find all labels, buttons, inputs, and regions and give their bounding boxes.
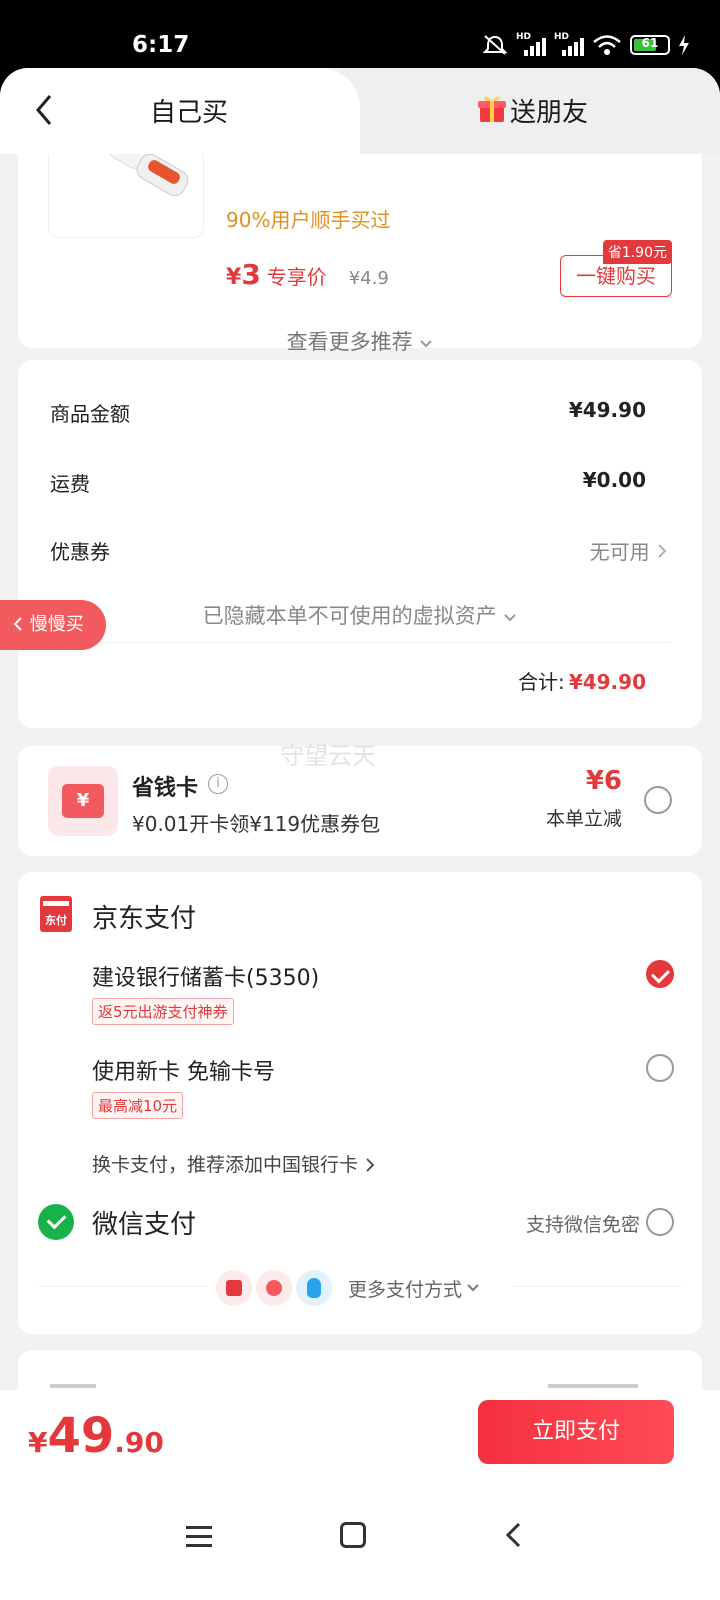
signal-1-icon: HD xyxy=(516,32,546,56)
pay-now-button[interactable]: 立即支付 xyxy=(478,1400,674,1464)
back-icon[interactable] xyxy=(30,90,60,130)
new-card-radio[interactable] xyxy=(646,1054,674,1082)
goods-amount-value: ¥49.90 xyxy=(568,398,646,422)
total-value: ¥49.90 xyxy=(568,670,646,694)
bank-card-radio[interactable] xyxy=(646,960,674,988)
chevron-left-icon xyxy=(13,617,22,631)
recommendation-hint: 90%用户顺手买过 xyxy=(226,208,391,232)
hidden-assets-toggle[interactable]: 已隐藏本单不可使用的虚拟资产 xyxy=(18,600,702,630)
mute-icon xyxy=(482,35,508,55)
payment-methods-card: 东付 京东支付 建设银行储蓄卡(5350) 返5元出游支付神券 使用新卡 免输卡… xyxy=(18,872,702,1334)
wechat-pay-note: 支持微信免密 xyxy=(525,1214,640,1236)
original-price: ¥4.9 xyxy=(348,268,389,289)
tab-friend[interactable]: 送朋友 xyxy=(340,68,720,154)
tab-friend-label: 送朋友 xyxy=(510,98,589,128)
saver-card-title: 省钱卡 xyxy=(132,776,199,801)
tab-self-label: 自己买 xyxy=(150,98,229,128)
save-tag: 省1.90元 xyxy=(602,240,672,264)
price-value: 3 xyxy=(241,258,261,291)
wechat-pay-title[interactable]: 微信支付 xyxy=(92,1204,196,1241)
order-summary-card: 商品金额 ¥49.90 运费 ¥0.00 优惠券 无可用 已隐藏本单不可使用的虚… xyxy=(18,360,702,728)
signal-2-icon: HD xyxy=(554,32,584,56)
saver-card-radio[interactable] xyxy=(644,786,672,814)
status-time: 6:17 xyxy=(132,32,190,58)
see-more-recommendations[interactable]: 查看更多推荐 xyxy=(18,326,702,356)
order-total: 合计: ¥49.90 xyxy=(518,666,646,695)
switch-card-link[interactable]: 换卡支付，推荐添加中国银行卡 xyxy=(92,1150,376,1177)
nav-back-icon[interactable] xyxy=(500,1520,530,1550)
chevron-right-icon xyxy=(366,1158,375,1172)
coupon-pay-icon xyxy=(256,1270,292,1306)
goods-amount-label: 商品金额 xyxy=(50,402,130,426)
menu-icon[interactable] xyxy=(186,1526,212,1548)
info-icon[interactable]: i xyxy=(208,774,228,794)
chevron-down-icon xyxy=(467,1284,479,1292)
total-label: 合计: xyxy=(518,670,565,694)
new-card-option-tag: 最高减10元 xyxy=(92,1092,184,1119)
pay-amount: ¥ 49 .90 xyxy=(28,1408,164,1464)
bank-card-option-label[interactable]: 建设银行储蓄卡(5350) xyxy=(92,960,319,992)
ticket-icon: ¥ xyxy=(48,766,118,836)
shipping-value: ¥0.00 xyxy=(582,468,646,492)
status-bar: 6:17 HD HD 61 xyxy=(0,0,720,76)
checkout-sheet: 90%用户顺手买过 ¥3 专享价 ¥4.9 一键购买 省1.90元 查看更多推荐… xyxy=(0,68,720,1600)
status-icons: HD HD 61 xyxy=(482,32,690,56)
gift-icon xyxy=(478,96,506,122)
new-card-option-label[interactable]: 使用新卡 免输卡号 xyxy=(92,1054,275,1086)
shipping-row: 运费 ¥0.00 xyxy=(50,468,646,497)
saver-card-subtitle: ¥0.01开卡领¥119优惠券包 xyxy=(132,812,381,836)
jd-pay-icon: 东付 xyxy=(40,896,72,932)
more-payment-methods[interactable]: 更多支付方式 xyxy=(216,1270,480,1306)
slow-buy-float-button[interactable]: 慢慢买 xyxy=(0,600,106,650)
system-nav-bar xyxy=(0,1482,720,1600)
wechat-pay-radio[interactable] xyxy=(646,1208,674,1236)
coupon-row[interactable]: 优惠券 无可用 xyxy=(50,536,668,565)
purchase-mode-tabs: 送朋友 自己买 xyxy=(0,68,720,154)
recommendation-price: ¥3 专享价 ¥4.9 xyxy=(226,258,389,291)
goods-amount-row: 商品金额 ¥49.90 xyxy=(50,398,646,427)
chevron-right-icon xyxy=(658,544,667,558)
divider xyxy=(38,1286,208,1287)
home-icon[interactable] xyxy=(340,1522,366,1548)
coupon-value: 无可用 xyxy=(590,536,668,565)
wechat-pay-icon xyxy=(38,1204,74,1240)
battery-icon: 61 xyxy=(630,35,670,55)
bottom-pay-bar: ¥ 49 .90 立即支付 xyxy=(0,1390,720,1482)
shipping-label: 运费 xyxy=(50,472,90,496)
jd-pay-title: 京东支付 xyxy=(92,904,197,934)
jd-baitiao-icon xyxy=(216,1270,252,1306)
qq-pay-icon xyxy=(296,1270,332,1306)
divider xyxy=(514,1286,682,1287)
divider xyxy=(50,642,670,643)
saver-card-amount: ¥6 xyxy=(585,766,622,796)
price-label: 专享价 xyxy=(266,265,327,289)
coupon-label: 优惠券 xyxy=(50,540,110,564)
wifi-icon xyxy=(593,35,621,55)
saver-card-note: 本单立减 xyxy=(545,808,622,830)
chevron-down-icon xyxy=(420,340,433,348)
price-currency: ¥ xyxy=(226,265,242,290)
bank-card-option-tag: 返5元出游支付神券 xyxy=(92,998,234,1025)
watermark: 守望云天 xyxy=(280,742,376,770)
tab-self[interactable]: 自己买 xyxy=(0,68,360,154)
chevron-down-icon xyxy=(504,614,517,622)
charging-icon xyxy=(679,35,689,55)
